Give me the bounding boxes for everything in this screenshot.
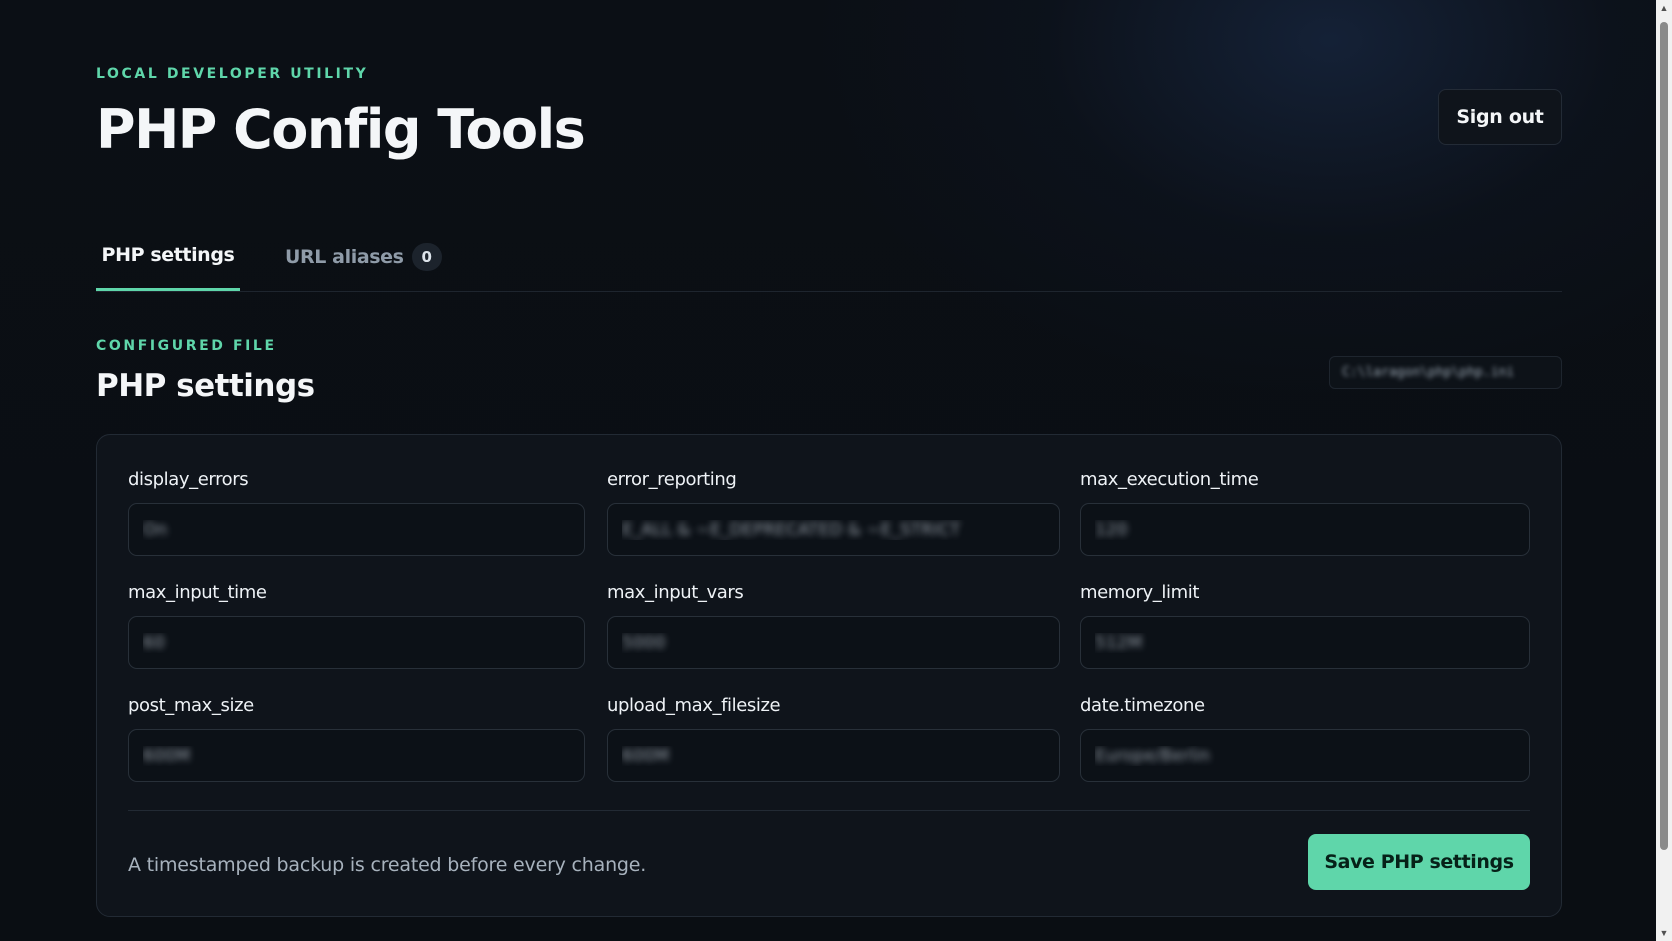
tab-php-settings[interactable]: PHP settings xyxy=(96,232,240,291)
config-file-path: C:\laragon\php\php.ini xyxy=(1329,356,1562,389)
tab-bar: PHP settings URL aliases 0 xyxy=(96,232,1562,292)
field-label: post_max_size xyxy=(128,695,254,716)
scroll-thumb[interactable] xyxy=(1660,22,1668,850)
app-eyebrow: LOCAL DEVELOPER UTILITY xyxy=(96,66,369,82)
tab-label: URL aliases xyxy=(285,245,404,268)
tab-url-aliases[interactable]: URL aliases 0 xyxy=(285,232,442,291)
save-php-settings-button[interactable]: Save PHP settings xyxy=(1308,834,1530,890)
page-title: PHP Config Tools xyxy=(96,98,586,161)
max-input-time-input[interactable] xyxy=(128,616,585,669)
field-label: max_execution_time xyxy=(1080,469,1259,490)
triangle-down-icon[interactable]: ▼ xyxy=(1656,925,1672,941)
section-eyebrow: CONFIGURED FILE xyxy=(96,338,277,354)
vertical-scrollbar[interactable]: ▲ ▼ xyxy=(1656,0,1672,941)
error-reporting-input[interactable] xyxy=(607,503,1060,556)
sign-out-button[interactable]: Sign out xyxy=(1438,89,1562,145)
field-label: date.timezone xyxy=(1080,695,1205,716)
settings-card: display_errors error_reporting max_execu… xyxy=(96,434,1562,917)
display-errors-input[interactable] xyxy=(128,503,585,556)
max-execution-time-input[interactable] xyxy=(1080,503,1530,556)
post-max-size-input[interactable] xyxy=(128,729,585,782)
file-path-text: C:\laragon\php\php.ini xyxy=(1342,365,1515,380)
memory-limit-input[interactable] xyxy=(1080,616,1530,669)
backup-note: A timestamped backup is created before e… xyxy=(128,854,647,876)
tab-label: PHP settings xyxy=(101,244,235,266)
page: LOCAL DEVELOPER UTILITY PHP Config Tools… xyxy=(96,0,1562,941)
field-label: display_errors xyxy=(128,469,249,490)
field-label: max_input_time xyxy=(128,582,267,603)
date-timezone-input[interactable] xyxy=(1080,729,1530,782)
field-label: error_reporting xyxy=(607,469,737,490)
triangle-up-icon[interactable]: ▲ xyxy=(1656,0,1672,16)
section-title: PHP settings xyxy=(96,368,315,404)
field-label: upload_max_filesize xyxy=(607,695,781,716)
field-label: max_input_vars xyxy=(607,582,744,603)
field-label: memory_limit xyxy=(1080,582,1200,603)
count-badge: 0 xyxy=(411,242,442,271)
upload-max-filesize-input[interactable] xyxy=(607,729,1060,782)
max-input-vars-input[interactable] xyxy=(607,616,1060,669)
card-divider xyxy=(128,810,1530,811)
